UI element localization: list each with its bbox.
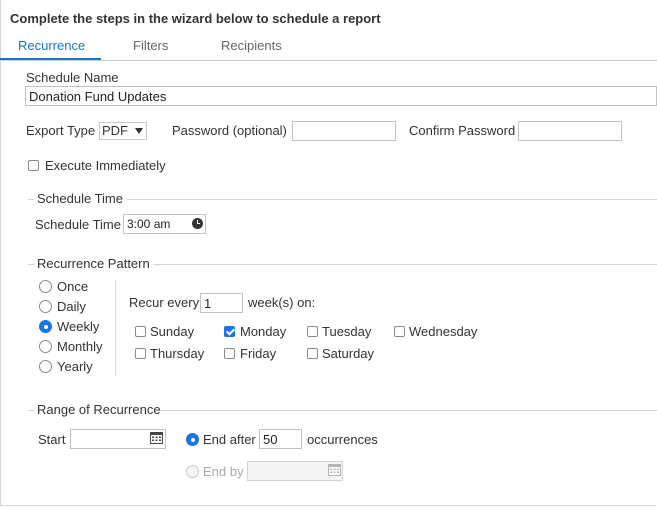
schedule-time-label: Schedule Time — [35, 217, 121, 232]
radio-daily[interactable] — [39, 300, 52, 313]
tab-filters[interactable]: Filters — [133, 38, 168, 53]
tab-bar: Recurrence Filters Recipients — [0, 34, 657, 61]
section-divider — [153, 264, 657, 265]
schedule-name-input[interactable] — [25, 86, 657, 106]
execute-immediately-checkbox[interactable] — [28, 160, 39, 171]
execute-immediately-label: Execute Immediately — [45, 158, 166, 173]
section-divider — [28, 264, 34, 265]
radio-yearly-label: Yearly — [57, 359, 93, 374]
end-after-input[interactable] — [259, 429, 302, 449]
pattern-divider — [115, 280, 116, 376]
checkbox-friday[interactable] — [224, 348, 235, 359]
checkbox-wednesday[interactable] — [394, 326, 405, 337]
radio-yearly[interactable] — [39, 360, 52, 373]
radio-daily-label: Daily — [57, 299, 86, 314]
chevron-down-icon — [135, 128, 143, 134]
checkbox-monday-label: Monday — [240, 324, 287, 339]
radio-end-after[interactable] — [186, 433, 199, 446]
radio-once[interactable] — [39, 280, 52, 293]
recur-every-label: Recur every — [129, 295, 200, 310]
radio-monthly-label: Monthly — [57, 339, 103, 354]
checkbox-sunday[interactable] — [135, 326, 146, 337]
radio-end-by[interactable] — [186, 465, 199, 478]
checkbox-friday-label: Friday — [240, 346, 277, 361]
checkbox-tuesday[interactable] — [307, 326, 318, 337]
recur-every-input[interactable] — [200, 293, 243, 313]
calendar-icon[interactable] — [150, 431, 163, 444]
radio-once-label: Once — [57, 279, 89, 294]
checkbox-thursday-label: Thursday — [150, 346, 205, 361]
clock-icon[interactable] — [192, 218, 203, 229]
radio-weekly-label: Weekly — [57, 319, 100, 334]
schedule-name-label: Schedule Name — [26, 70, 119, 85]
confirm-password-input[interactable] — [518, 121, 622, 141]
checkbox-wednesday-label: Wednesday — [409, 324, 478, 339]
range-legend: Range of Recurrence — [37, 402, 161, 417]
section-divider — [127, 199, 657, 200]
confirm-password-label: Confirm Password — [409, 123, 516, 138]
checkbox-sunday-label: Sunday — [150, 324, 195, 339]
recurrence-pattern-legend: Recurrence Pattern — [37, 256, 150, 271]
schedule-time-legend: Schedule Time — [37, 191, 123, 206]
end-after-label: End after — [203, 432, 256, 447]
tab-recipients[interactable]: Recipients — [221, 38, 282, 53]
section-divider — [160, 410, 657, 411]
checkbox-monday[interactable] — [224, 326, 235, 337]
checkbox-thursday[interactable] — [135, 348, 146, 359]
section-divider — [28, 410, 34, 411]
checkbox-saturday[interactable] — [307, 348, 318, 359]
section-divider — [28, 199, 34, 200]
start-label: Start — [38, 432, 66, 447]
calendar-icon[interactable] — [328, 463, 341, 476]
password-label: Password (optional) — [172, 123, 287, 138]
export-type-select[interactable]: PDF — [99, 122, 147, 140]
tab-recurrence[interactable]: Recurrence — [18, 38, 85, 53]
checkbox-saturday-label: Saturday — [322, 346, 375, 361]
radio-monthly[interactable] — [39, 340, 52, 353]
password-input[interactable] — [292, 121, 396, 141]
occurrences-label: occurrences — [307, 432, 378, 447]
end-by-label: End by — [203, 464, 244, 479]
radio-weekly[interactable] — [39, 320, 52, 333]
wizard-header: Complete the steps in the wizard below t… — [10, 11, 381, 26]
active-tab-indicator — [0, 58, 101, 60]
export-type-label: Export Type — [26, 123, 96, 138]
checkbox-tuesday-label: Tuesday — [322, 324, 372, 339]
export-type-value: PDF — [102, 123, 128, 138]
weeks-on-label: week(s) on: — [248, 295, 316, 310]
